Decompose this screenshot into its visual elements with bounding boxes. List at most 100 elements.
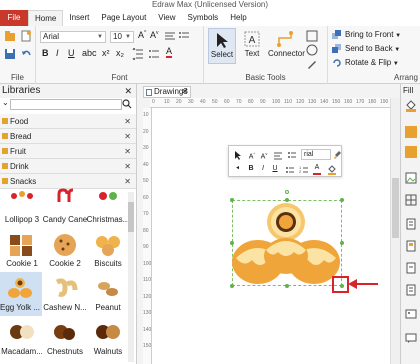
symbol-egg-yolk[interactable]: Egg Yolk ...: [0, 272, 42, 316]
subscript-icon[interactable]: x₂: [116, 48, 124, 58]
font-color-icon[interactable]: A: [166, 47, 173, 58]
tab-help[interactable]: Help: [224, 10, 252, 26]
grid-icon[interactable]: [405, 194, 417, 206]
scrollbar-thumb[interactable]: [128, 202, 134, 232]
superscript-icon[interactable]: x²: [102, 48, 110, 58]
align-icon[interactable]: [273, 150, 283, 160]
close-icon[interactable]: ✕: [181, 87, 188, 97]
font-name-select[interactable]: Arial ▼: [40, 31, 106, 43]
text-button[interactable]: A Text: [238, 28, 266, 64]
category-fruit[interactable]: Fruit ✕: [0, 144, 136, 159]
image-icon[interactable]: [405, 308, 417, 320]
line-spacing-icon[interactable]: [132, 48, 144, 60]
egg-yolk-pastry-shape[interactable]: [230, 200, 346, 290]
symbol-christmas[interactable]: Christmas...: [87, 184, 129, 228]
symbol-lollipop-3[interactable]: Lollipop 3: [2, 184, 42, 228]
underline-icon[interactable]: U: [271, 163, 279, 175]
symbol-chestnuts[interactable]: Chestnuts: [45, 316, 85, 360]
symbol-macadamia[interactable]: Macadam...: [1, 316, 43, 360]
select-button[interactable]: Select: [208, 28, 236, 64]
file-menu[interactable]: File: [0, 10, 28, 26]
pen-icon[interactable]: [306, 58, 318, 70]
ruler-tick: 160: [344, 99, 353, 105]
comment-icon[interactable]: [405, 332, 417, 344]
bold-icon[interactable]: B: [247, 163, 255, 175]
bold-icon[interactable]: B: [42, 48, 49, 58]
grow-font-icon[interactable]: A^: [247, 148, 257, 160]
strikethrough-icon[interactable]: abc: [82, 48, 97, 58]
shadow-icon[interactable]: [405, 146, 417, 158]
bullets-icon[interactable]: [285, 165, 295, 175]
tab-home[interactable]: Home: [28, 10, 64, 26]
document-tab[interactable]: Drawing3 ✕: [143, 86, 191, 98]
page-setup-icon[interactable]: [405, 240, 417, 252]
symbol-candy-cane[interactable]: Candy Cane: [43, 184, 87, 228]
rotate-flip-button[interactable]: Rotate & Flip ▼: [332, 57, 399, 69]
symbol-cookie-1[interactable]: Cookie 1: [2, 228, 42, 272]
close-icon[interactable]: ✕: [124, 114, 131, 129]
font-name-select[interactable]: rial: [301, 149, 331, 160]
close-icon[interactable]: ✕: [124, 159, 131, 174]
canvas-scrollbar[interactable]: [390, 98, 400, 364]
shape-square-icon[interactable]: [306, 30, 318, 42]
symbol-biscuits[interactable]: Biscuits: [88, 228, 128, 272]
open-icon[interactable]: [4, 30, 16, 42]
fill-icon[interactable]: [405, 100, 417, 112]
close-icon[interactable]: ✕: [124, 144, 131, 159]
bring-to-front-button[interactable]: Bring to Front ▼: [332, 29, 401, 41]
connector-button[interactable]: Connector: [268, 28, 305, 64]
tab-symbols[interactable]: Symbols: [182, 10, 225, 26]
tab-view[interactable]: View: [152, 10, 181, 26]
shrink-font-icon[interactable]: Av: [150, 30, 159, 40]
bullets-icon[interactable]: [148, 48, 160, 60]
cursor-icon[interactable]: [233, 150, 243, 160]
font-color-icon[interactable]: A: [313, 163, 321, 175]
italic-icon[interactable]: I: [56, 48, 59, 58]
scrollbar-thumb[interactable]: [392, 178, 399, 238]
font-size-select[interactable]: 10 ▼: [110, 31, 134, 43]
image-icon[interactable]: [405, 172, 417, 184]
symbol-peanut[interactable]: Peanut: [88, 272, 128, 316]
rotate-handle[interactable]: [285, 190, 289, 194]
new-icon[interactable]: [20, 30, 32, 42]
layer-icon[interactable]: [405, 262, 417, 274]
folder-icon: [2, 163, 8, 169]
category-label: Bread: [10, 132, 32, 141]
numbering-icon[interactable]: 12: [299, 165, 309, 175]
category-food[interactable]: Food ✕: [0, 114, 136, 129]
align-left-icon[interactable]: ⯇: [234, 163, 242, 175]
search-input[interactable]: [10, 99, 122, 110]
list-icon[interactable]: [287, 150, 297, 160]
italic-icon[interactable]: I: [259, 163, 267, 175]
category-bread[interactable]: Bread ✕: [0, 129, 136, 144]
search-icon[interactable]: [122, 99, 132, 109]
close-icon[interactable]: ✕: [124, 129, 131, 144]
symbol-cookie-2[interactable]: Cookie 2: [45, 228, 85, 272]
grow-font-icon[interactable]: A^: [138, 30, 146, 40]
ribbon: File Arial ▼ 10 ▼ A^ Av B I U abc x² x₂ A …: [0, 26, 420, 84]
fill-bucket-icon[interactable]: [327, 165, 337, 175]
shape-circle-icon[interactable]: [306, 44, 318, 56]
list-icon[interactable]: [178, 30, 190, 42]
chevron-down-icon[interactable]: ⌄: [2, 98, 9, 107]
symbol-walnuts[interactable]: Walnuts: [88, 316, 128, 360]
tab-page-layout[interactable]: Page Layout: [95, 10, 152, 26]
save-icon[interactable]: [4, 48, 16, 60]
close-icon[interactable]: ✕: [124, 84, 132, 98]
history-icon[interactable]: [405, 284, 417, 296]
align-icon[interactable]: [164, 30, 176, 42]
paint-brush-icon[interactable]: [333, 150, 342, 160]
ruler-tick: 190: [380, 99, 389, 105]
underline-icon[interactable]: U: [68, 48, 75, 58]
category-drink[interactable]: Drink ✕: [0, 159, 136, 174]
category-label: Food: [10, 117, 29, 126]
page-icon[interactable]: [405, 218, 417, 230]
send-to-back-button[interactable]: Send to Back ▼: [332, 43, 400, 55]
shrink-font-icon[interactable]: Av: [259, 148, 269, 160]
undo-icon[interactable]: [20, 48, 32, 60]
library-scrollbar[interactable]: [128, 192, 134, 362]
line-color-icon[interactable]: [405, 126, 417, 138]
tab-insert[interactable]: Insert: [63, 10, 95, 26]
symbol-label: Cookie 1: [6, 259, 38, 268]
symbol-cashew-nut[interactable]: Cashew N...: [43, 272, 87, 316]
